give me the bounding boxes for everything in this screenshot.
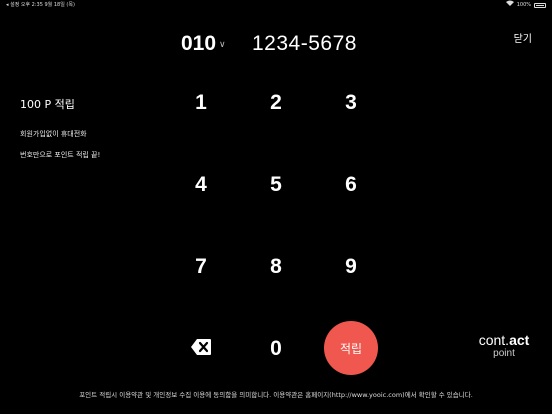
status-bar: ◂ 설정 오후 2:35 9월 18일 (목) 100% bbox=[0, 0, 552, 10]
backspace-button[interactable] bbox=[190, 338, 212, 356]
brand-logo: cont.act point bbox=[472, 332, 536, 359]
description-line-1: 회원가입없이 휴대전화 bbox=[20, 130, 87, 138]
keypad-key-7[interactable]: 7 bbox=[181, 252, 221, 282]
battery-icon bbox=[534, 2, 546, 8]
submit-points-button[interactable]: 적립 bbox=[324, 321, 378, 375]
footer-notice: 포인트 적립시 이용약관 및 개인정보 수집 이용에 동의함을 의미합니다. 이… bbox=[79, 391, 473, 399]
backspace-icon bbox=[191, 339, 211, 355]
close-button[interactable]: 닫기 bbox=[514, 30, 532, 45]
left-panel: 100 P 적립 회원가입없이 휴대전화 번호만으로 포인트 적립 끝! bbox=[20, 96, 160, 172]
points-title: 100 P 적립 bbox=[20, 98, 75, 111]
keypad-key-4[interactable]: 4 bbox=[181, 170, 221, 200]
phone-number-display: 1234-5678 bbox=[252, 32, 357, 55]
logo-main: cont.act bbox=[472, 332, 536, 348]
logo-sub: point bbox=[493, 348, 515, 359]
keypad-key-3[interactable]: 3 bbox=[331, 88, 371, 118]
keypad-key-9[interactable]: 9 bbox=[331, 252, 371, 282]
wifi-icon bbox=[505, 0, 514, 10]
phone-prefix-select[interactable]: 010 ∨ bbox=[181, 32, 226, 56]
keypad-key-2[interactable]: 2 bbox=[256, 88, 296, 118]
logo-bold: act bbox=[509, 332, 530, 348]
keypad-key-8[interactable]: 8 bbox=[256, 252, 296, 282]
battery-percent: 100% bbox=[516, 2, 531, 8]
logo-prefix: cont. bbox=[478, 332, 510, 348]
keypad-key-6[interactable]: 6 bbox=[331, 170, 371, 200]
phone-prefix-value: 010 bbox=[181, 32, 217, 55]
status-left-text: ◂ 설정 오후 2:35 9월 18일 (목) bbox=[6, 2, 75, 8]
description-line-2: 번호만으로 포인트 적립 끝! bbox=[20, 151, 101, 159]
keypad-key-0[interactable]: 0 bbox=[256, 334, 296, 364]
keypad-key-5[interactable]: 5 bbox=[256, 170, 296, 200]
chevron-down-icon: ∨ bbox=[219, 38, 226, 49]
keypad-key-1[interactable]: 1 bbox=[181, 88, 221, 118]
status-right: 100% bbox=[505, 0, 546, 10]
